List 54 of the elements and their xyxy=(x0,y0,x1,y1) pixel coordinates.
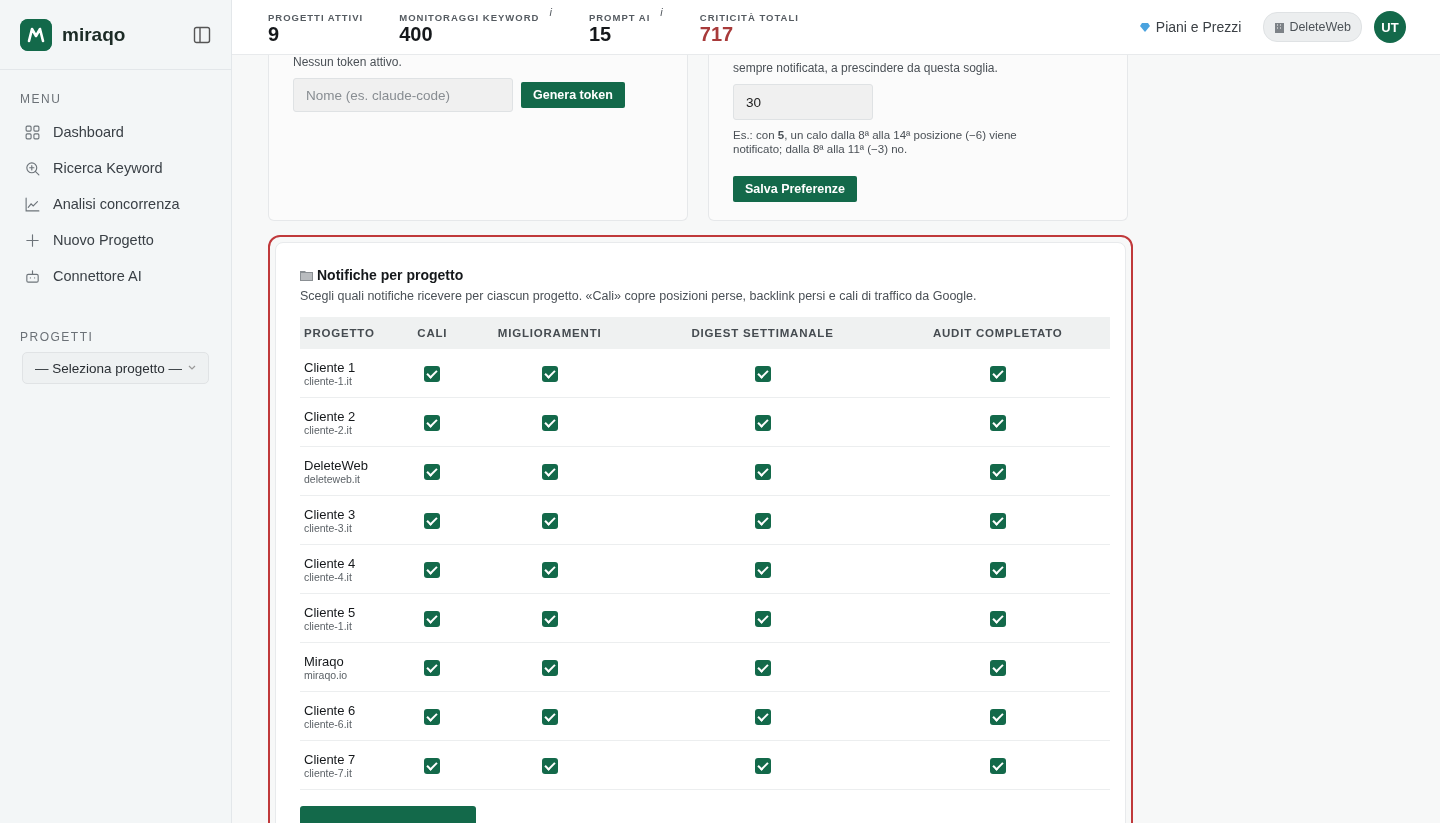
project-name: Cliente 3 xyxy=(304,506,357,522)
project-domain: cliente-1.it xyxy=(304,619,353,632)
user-avatar[interactable]: UT xyxy=(1374,11,1406,43)
project-name: DeleteWeb xyxy=(304,457,370,473)
threshold-note: sempre notificata, a prescindere da questa soglia. xyxy=(733,61,999,76)
sidebar-item[interactable]: Dashboard xyxy=(0,114,231,150)
brand-name: miraqo xyxy=(62,23,127,46)
project-domain: cliente-7.it xyxy=(304,766,353,779)
stat-value: 717 xyxy=(699,22,735,45)
column-header: AUDIT COMPLETATO xyxy=(885,317,1110,349)
section-heading: Notifiche per progetto xyxy=(317,267,464,283)
token-name-field[interactable]: Nome (es. claude-code) xyxy=(293,78,513,112)
threshold-hint: Es.: con 5, un calo dalla 8ª alla 14ª posizione (−6) viene notificato; dalla 8ª alla 11ª (−3) no. xyxy=(733,128,1018,156)
sidebar-item[interactable]: Ricerca Keyword xyxy=(0,150,231,186)
stat-label: PROGETTI ATTIVI xyxy=(268,11,364,23)
sidebar-item[interactable]: Connettore AI xyxy=(0,258,231,294)
section-description: Scegli quali notifiche ricevere per ciascun progetto. «Cali» copre posizioni perse, backlink persi e cali di traffico da Google. xyxy=(300,289,978,303)
token-status: Nessun token attivo. xyxy=(293,55,403,70)
info-icon[interactable]: i xyxy=(549,5,553,18)
project-name: Cliente 2 xyxy=(304,408,357,424)
section-title: MENU xyxy=(19,92,63,106)
threshold-field[interactable]: 30 xyxy=(733,84,873,120)
stat-label: MONITORAGGI KEYWORD xyxy=(399,11,540,23)
column-header: CALI xyxy=(405,317,460,349)
stat-label: CRITICITÀ TOTALI xyxy=(699,11,799,23)
project-domain: cliente-6.it xyxy=(304,717,353,730)
project-name: Miraqo xyxy=(304,653,345,669)
project-domain: cliente-1.it xyxy=(304,374,353,387)
plans-link[interactable]: Piani e Prezzi xyxy=(1138,19,1242,35)
sidebar-item[interactable]: Analisi concorrenza xyxy=(0,186,231,222)
column-header: DIGEST SETTIMANALE xyxy=(639,317,886,349)
stat-label: PROMPT AI xyxy=(588,11,651,23)
stat-value: 9 xyxy=(268,22,281,45)
stat-value: 15 xyxy=(588,22,613,45)
project-domain: cliente-4.it xyxy=(304,570,353,583)
project-name: Cliente 7 xyxy=(304,751,357,767)
project-name: Cliente 5 xyxy=(304,604,357,620)
save-preferences-button[interactable]: Salva Preferenze xyxy=(733,176,858,202)
project-domain: miraqo.io xyxy=(304,668,349,681)
project-name: Cliente 4 xyxy=(304,555,357,571)
project-name: Cliente 1 xyxy=(304,359,357,375)
workspace-button[interactable]: DeleteWeb xyxy=(1263,12,1362,42)
column-header: MIGLIORAMENTI xyxy=(459,317,640,349)
project-select[interactable]: — Seleziona progetto — xyxy=(22,352,209,384)
project-domain: cliente-2.it xyxy=(304,423,353,436)
column-header: PROGETTO xyxy=(300,317,405,349)
sidebar-item[interactable]: Nuovo Progetto xyxy=(0,222,231,258)
project-domain: cliente-3.it xyxy=(304,521,353,534)
project-domain: deleteweb.it xyxy=(304,472,362,485)
project-name: Cliente 6 xyxy=(304,702,357,718)
generate-token-button[interactable]: Genera token xyxy=(521,82,625,108)
info-icon[interactable]: i xyxy=(660,5,664,18)
section-title: PROGETTI xyxy=(19,330,95,344)
stat-value: 400 xyxy=(399,22,434,45)
